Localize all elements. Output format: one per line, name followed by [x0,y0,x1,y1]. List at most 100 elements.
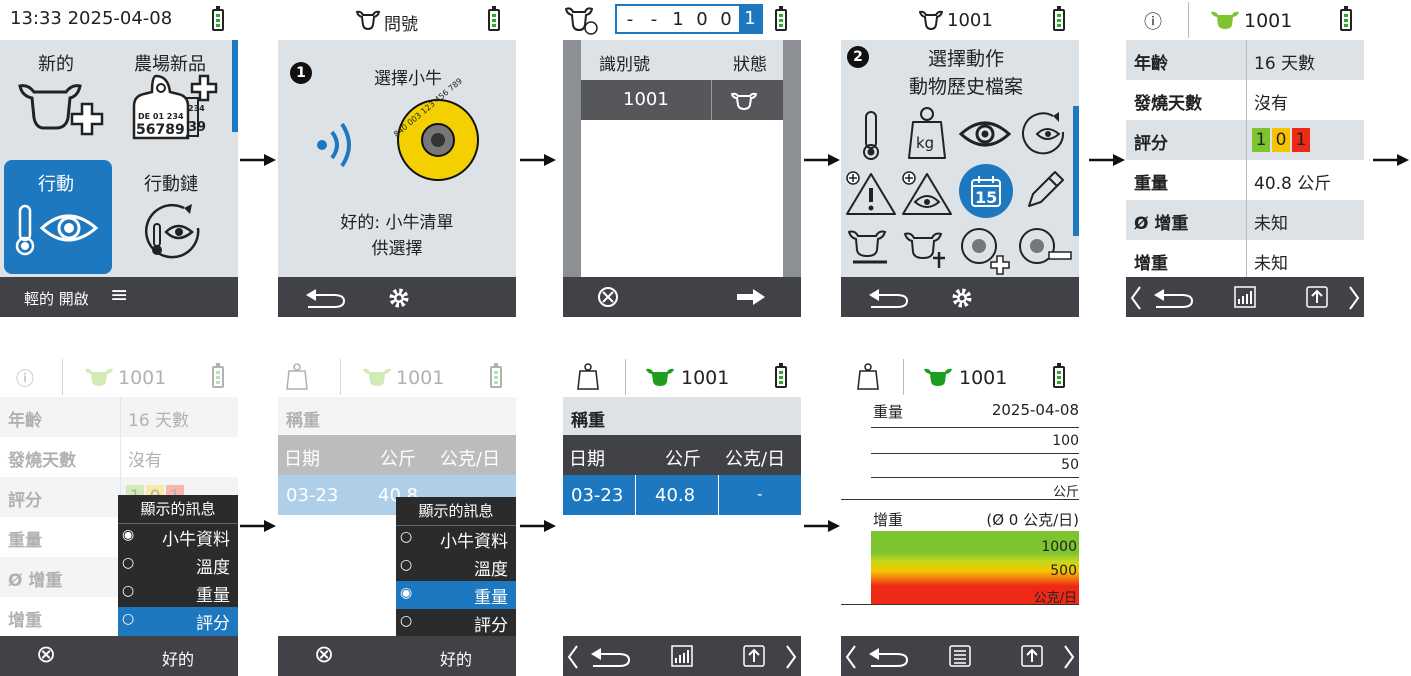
pencil-icon[interactable] [1023,168,1067,212]
cancel-icon[interactable] [597,286,619,308]
button-tag-icon [397,99,479,181]
digit-1[interactable]: - [619,9,641,30]
fever-label: 發燒天數 [8,451,76,471]
chevron-left-icon[interactable] [845,644,857,670]
cow-green-icon [363,368,391,386]
chevron-left-icon[interactable] [1130,285,1142,311]
chevron-right-icon[interactable] [1063,644,1075,670]
menu-option-score[interactable]: ○ 評分 [118,607,238,636]
list-item-id: 1001 [623,89,669,110]
col-date: 日期 [569,449,605,470]
flow-arrow-3 [804,154,840,166]
cancel-icon[interactable]: ⊗ [36,640,56,668]
eye-alert-plus-icon[interactable] [901,170,953,216]
digit-4[interactable]: 0 [691,9,713,30]
digit-6-active[interactable]: 1 [739,6,761,32]
weight-kg-icon [857,363,879,390]
menu-option-temperature[interactable]: ○ 溫度 [396,553,516,581]
ok-button[interactable]: 好的 [162,646,194,670]
info-row-age: 年齡 16 天數 [1126,40,1364,80]
screen-home: 13:33 2025-04-08 新的 農場新品 DE 01 234 56789… [0,0,238,317]
menu-option-temperature[interactable]: ○ 溫度 [118,551,238,579]
cycle-eye-icon[interactable] [1019,110,1069,160]
chevron-left-icon[interactable] [567,644,579,670]
info-row-avg-gain: Ø 增重 未知 [1126,200,1364,240]
menu-option-weight[interactable]: ○ 重量 [118,579,238,607]
list-icon[interactable] [949,645,971,667]
upload-icon[interactable] [1021,645,1043,667]
weigh-heading: 稱重 [571,411,605,431]
back-icon[interactable] [867,285,915,309]
chart-icon[interactable] [1234,286,1256,308]
battery-icon [490,363,502,388]
table-row[interactable]: 03-23 40.8 - [563,475,801,515]
digit-2[interactable]: - [643,9,665,30]
light-on-button[interactable]: 輕的 開啟 [24,288,89,309]
animal-id: 1001 [681,367,730,389]
tag-plus-icon[interactable] [959,226,1011,276]
action-chain-label: 行動鏈 [144,174,198,195]
fever-label: 發燒天數 [1134,94,1202,114]
upload-icon[interactable] [743,645,765,667]
score-red: 1 [1292,128,1310,152]
digit-3[interactable]: 1 [667,9,689,30]
info-icon[interactable]: ⓘ [1144,8,1162,34]
back-icon[interactable] [589,644,637,668]
thermometer-icon[interactable] [861,110,881,162]
cow-green-icon [1211,11,1239,30]
next-arrow-icon[interactable] [737,287,765,307]
gain-chart: 增重 (Ø 0 公克/日) 1000 500 公克/日 [841,507,1079,607]
action-tile[interactable]: 行動 [4,160,112,274]
cow-green-icon [646,368,674,386]
chevron-right-icon[interactable] [1348,285,1360,311]
back-icon[interactable] [867,644,915,668]
battery-icon [1053,363,1065,388]
cow-minus-icon[interactable] [847,228,895,268]
list-item[interactable]: 1001 [581,80,783,120]
upload-icon[interactable] [1306,286,1328,308]
weight-unit: 公斤 [1052,485,1079,500]
chevron-right-icon[interactable] [785,644,797,670]
info-row-score: 評分 1 0 1 [1126,120,1364,160]
settings-gear-icon[interactable] [388,287,410,309]
animal-list: 識別號 狀態 1001 [581,40,783,277]
tag-minus-icon[interactable] [1017,226,1073,270]
action-chain-tile[interactable]: 行動鏈 [118,160,230,274]
back-icon[interactable] [304,285,352,309]
scrollbar[interactable] [1073,106,1079,236]
table-header: 日期 公斤 公克/日 [563,435,801,475]
settings-gear-icon[interactable] [951,287,973,309]
cow-deceased-icon[interactable] [903,230,951,270]
menu-icon[interactable]: ≡ [110,283,128,308]
weigh-header: 稱重 [563,397,801,435]
ok-button[interactable]: 好的 [440,646,472,670]
farm-new-tile[interactable]: 農場新品 DE 01 234 56789 234 39 [118,44,230,154]
new-tile[interactable]: 新的 [2,44,112,154]
menu-option-calf-data[interactable]: ◉ 小牛資料 [118,523,238,551]
avg-gain-label: Ø 增重 [8,571,63,591]
score-label: 評分 [8,491,42,511]
back-icon[interactable] [1152,285,1200,309]
radio-icon: ○ [400,557,413,573]
cancel-icon[interactable]: ⊗ [314,640,334,668]
weight-label: 重量 [1134,174,1168,194]
calendar-selected-button[interactable]: 15 [959,164,1013,218]
tag-number: 56789 [136,122,185,138]
row-gday: - [757,485,763,503]
menu-option-weight[interactable]: ◉ 重量 [396,581,516,609]
digit-5[interactable]: 0 [715,9,737,30]
thermometer-eye-icon [15,204,99,256]
col-kg: 公斤 [380,449,416,470]
animal-id: 1001 [1244,10,1293,32]
eye-icon[interactable] [959,118,1011,150]
table-toolbar [563,636,801,676]
scrollbar[interactable] [232,40,238,132]
id-entry-field[interactable]: - - 1 0 0 1 [615,4,763,34]
menu-option-score[interactable]: ○ 評分 [396,609,516,636]
weight-tick-50: 50 [1061,457,1079,473]
chart-icon[interactable] [671,645,693,667]
info-toolbar [1126,277,1364,317]
weight-date: 2025-04-08 [991,401,1079,419]
alert-plus-icon[interactable] [845,170,897,216]
menu-option-calf-data[interactable]: ○ 小牛資料 [396,525,516,553]
